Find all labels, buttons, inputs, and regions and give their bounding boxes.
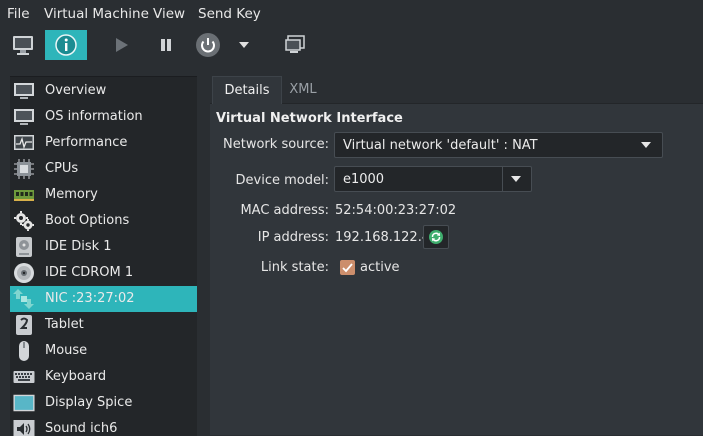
mac-address-label: MAC address: [240, 203, 329, 218]
power-icon [196, 33, 220, 57]
speaker-icon [13, 418, 35, 436]
play-icon [116, 38, 128, 52]
sidebar-item-performance[interactable]: Performance [10, 130, 197, 156]
link-state-text: active [360, 260, 400, 275]
pause-button[interactable] [152, 30, 180, 60]
details-button[interactable] [45, 30, 87, 60]
fullscreen-button[interactable] [282, 30, 310, 60]
cpu-chip-icon [13, 158, 35, 180]
device-model-label: Device model: [235, 173, 329, 188]
cdrom-icon [13, 262, 35, 284]
ip-address-label: IP address: [257, 230, 329, 245]
sidebar-item-memory[interactable]: Memory [10, 182, 197, 208]
shutdown-button[interactable] [193, 30, 223, 60]
tab-details[interactable]: Details [212, 76, 282, 104]
info-icon [55, 34, 77, 56]
display-icon [13, 392, 35, 414]
sidebar-item-mouse[interactable]: Mouse [10, 338, 197, 364]
network-source-value: Virtual network 'default' : NAT [343, 138, 538, 153]
sidebar-item-os-information[interactable]: OS information [10, 104, 197, 130]
shutdown-menu-button[interactable] [234, 30, 254, 60]
toolbar [0, 28, 703, 66]
monitor-icon [13, 106, 35, 128]
sidebar-item-overview[interactable]: Overview [10, 78, 197, 104]
hardware-list: Overview OS information Performance CPUs… [10, 76, 197, 436]
sidebar-item-boot-options[interactable]: Boot Options [10, 208, 197, 234]
tablet-icon [13, 314, 35, 336]
sidebar-item-keyboard[interactable]: Keyboard [10, 364, 197, 390]
menu-send-key[interactable]: Send Key [198, 6, 261, 22]
keyboard-icon [13, 366, 35, 388]
sidebar-item-ide-cdrom-1[interactable]: IDE CDROM 1 [10, 260, 197, 286]
hard-disk-icon [13, 236, 35, 258]
link-state-checkbox[interactable] [340, 260, 355, 275]
checkmark-icon [342, 262, 353, 272]
refresh-ip-button[interactable] [423, 225, 449, 249]
console-button[interactable] [8, 30, 38, 60]
device-model-value: e1000 [343, 172, 385, 187]
sidebar-item-nic[interactable]: NIC :23:27:02 [10, 286, 197, 312]
menu-virtual-machine[interactable]: Virtual Machine [44, 6, 149, 22]
refresh-icon [429, 230, 443, 244]
menubar: File Virtual Machine View Send Key [0, 0, 703, 28]
chevron-down-icon[interactable] [502, 167, 530, 191]
link-state-label: Link state: [260, 260, 329, 275]
fullscreen-icon [285, 35, 305, 53]
sidebar-item-cpus[interactable]: CPUs [10, 156, 197, 182]
mac-address-value: 52:54:00:23:27:02 [335, 203, 457, 218]
chevron-down-icon [239, 42, 249, 48]
monitor-icon [13, 80, 35, 102]
menu-view[interactable]: View [153, 6, 185, 22]
menu-file[interactable]: File [7, 6, 30, 22]
performance-graph-icon [13, 132, 35, 154]
details-panel: Details XML Virtual Network Interface Ne… [210, 76, 703, 435]
sidebar-item-tablet[interactable]: Tablet [10, 312, 197, 338]
pause-icon [161, 39, 171, 51]
sidebar-item-display-spice[interactable]: Display Spice [10, 390, 197, 416]
gears-icon [13, 210, 35, 232]
mouse-icon [13, 340, 35, 362]
section-title: Virtual Network Interface [216, 111, 403, 126]
memory-module-icon [13, 184, 35, 206]
tab-bar: Details XML [210, 76, 703, 104]
chevron-down-icon [632, 133, 660, 157]
network-source-label: Network source: [223, 137, 329, 152]
device-model-combo[interactable]: e1000 [334, 166, 532, 192]
sidebar-item-ide-disk-1[interactable]: IDE Disk 1 [10, 234, 197, 260]
run-button[interactable] [107, 30, 135, 60]
tab-xml[interactable]: XML [280, 76, 326, 103]
network-source-select[interactable]: Virtual network 'default' : NAT [334, 132, 663, 158]
sidebar-item-sound-ich6[interactable]: Sound ich6 [10, 416, 197, 436]
network-icon [13, 288, 35, 310]
monitor-icon [13, 36, 33, 55]
